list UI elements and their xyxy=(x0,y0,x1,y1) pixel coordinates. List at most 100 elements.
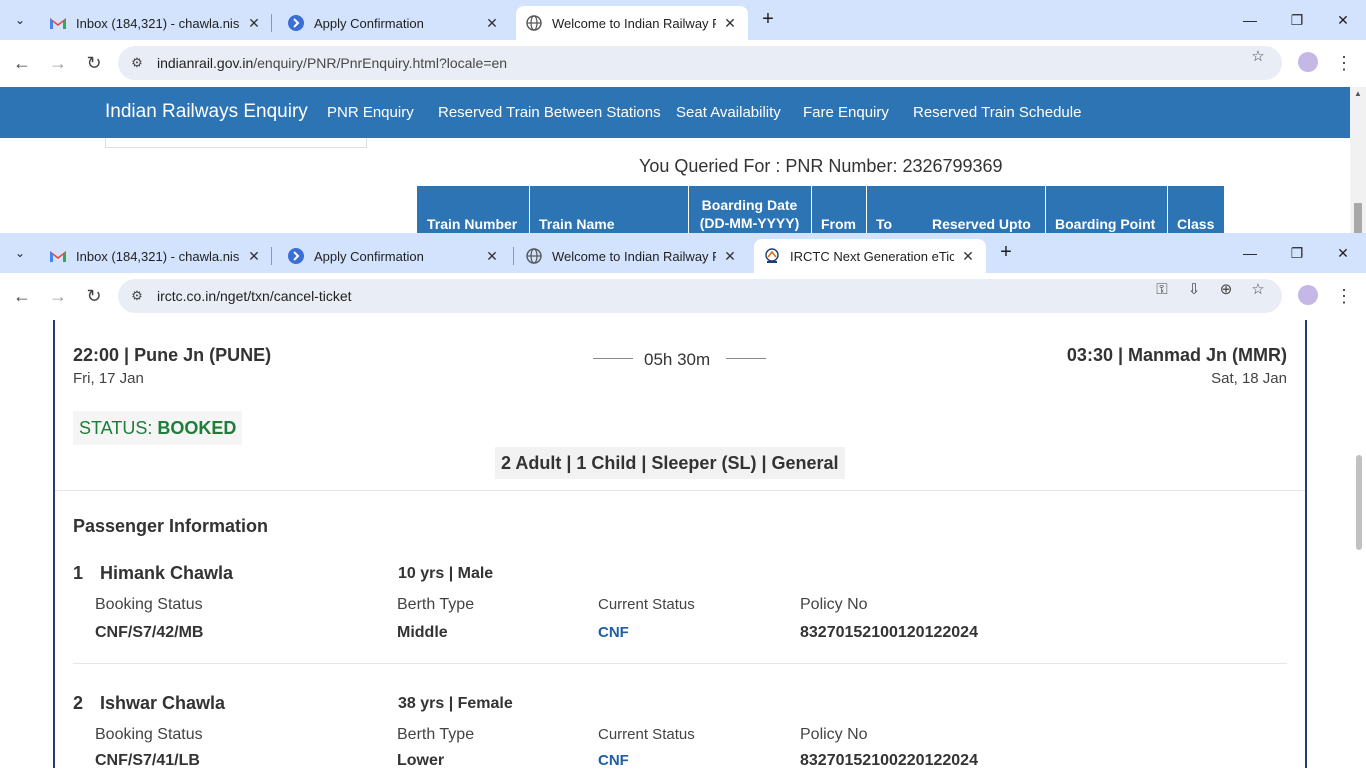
railway-brand[interactable]: Indian Railways Enquiry xyxy=(105,101,308,123)
col-train-name: Train Name xyxy=(529,186,689,233)
tab-divider xyxy=(513,247,514,265)
scroll-up-icon[interactable]: ▲ xyxy=(1354,89,1362,98)
policy-no-value: 83270152100220122024 xyxy=(800,752,978,769)
gmail-icon xyxy=(50,248,66,264)
booking-status-value: CNF/S7/41/LB xyxy=(95,752,200,769)
tab-apply-confirmation[interactable]: Apply Confirmation ✕ xyxy=(278,6,510,40)
berth-type-value: Middle xyxy=(397,624,448,641)
duration-line-right xyxy=(726,358,766,359)
forward-arrow-icon[interactable]: → xyxy=(46,51,70,75)
col-boarding-date: Boarding Date (DD-MM-YYYY) xyxy=(688,186,812,233)
tab-search-chevron-icon[interactable]: ⌄ xyxy=(8,241,32,265)
back-arrow-icon[interactable]: ← xyxy=(10,51,34,75)
nav-reserved-train-between[interactable]: Reserved Train Between Stations xyxy=(438,104,661,121)
bookmark-star-icon[interactable]: ☆ xyxy=(1248,281,1268,299)
booking-status-value: CNF/S7/42/MB xyxy=(95,624,204,641)
railway-nav-bar: Indian Railways Enquiry PNR Enquiry Rese… xyxy=(0,87,1350,138)
departure-date: Fri, 17 Jan xyxy=(73,370,144,387)
browser-window-front: ⌄ Inbox (184,321) - chawla.nishan ✕ Appl… xyxy=(0,233,1366,768)
menu-kebab-icon[interactable]: ⋮ xyxy=(1334,51,1354,75)
forward-arrow-icon[interactable]: → xyxy=(46,284,70,308)
site-info-icon[interactable]: ⚙ xyxy=(128,54,146,72)
pnr-table-header: Train Number Train Name Boarding Date (D… xyxy=(417,186,1224,233)
menu-kebab-icon[interactable]: ⋮ xyxy=(1334,284,1354,308)
close-tab-icon[interactable]: ✕ xyxy=(722,15,738,32)
current-status-value: CNF xyxy=(598,752,629,769)
zoom-icon[interactable]: ⊕ xyxy=(1216,281,1236,299)
departure-time-station: 22:00 | Pune Jn (PUNE) xyxy=(73,345,272,365)
tab-title: Apply Confirmation xyxy=(314,15,424,31)
tab-title: Apply Confirmation xyxy=(314,248,424,264)
url-text: irctc.co.in/nget/txn/cancel-ticket xyxy=(157,288,352,304)
col-train-number: Train Number xyxy=(417,186,530,233)
policy-no-label: Policy No xyxy=(800,726,868,743)
tab-search-chevron-icon[interactable]: ⌄ xyxy=(8,8,32,32)
close-tab-icon[interactable]: ✕ xyxy=(246,248,262,265)
current-status-label: Current Status xyxy=(598,596,695,613)
tab-strip: ⌄ Inbox (184,321) - chawla.nishan ✕ Appl… xyxy=(0,233,1366,273)
page-scrollbar[interactable]: ▲ xyxy=(1350,87,1366,233)
new-tab-plus-icon[interactable]: + xyxy=(994,241,1018,265)
nav-fare-enquiry[interactable]: Fare Enquiry xyxy=(803,104,889,121)
divider xyxy=(73,663,1287,664)
col-class: Class xyxy=(1177,216,1215,232)
tab-divider xyxy=(271,247,272,265)
passenger-age-gender: 10 yrs | Male xyxy=(398,565,494,582)
scrollbar-thumb[interactable] xyxy=(1354,203,1362,233)
password-key-icon[interactable]: ⚿ xyxy=(1152,281,1172,299)
close-tab-icon[interactable]: ✕ xyxy=(246,15,262,32)
tab-strip: ⌄ Inbox (184,321) - chawla.nishan ✕ Appl… xyxy=(0,0,1366,40)
booking-status-label: Booking Status xyxy=(95,726,203,743)
booking-status-label: Booking Status xyxy=(95,596,203,613)
col-reserved-upto: Reserved Upto xyxy=(922,186,1046,233)
reload-icon[interactable]: ↻ xyxy=(82,51,106,75)
close-tab-icon[interactable]: ✕ xyxy=(960,248,976,265)
nav-seat-availability[interactable]: Seat Availability xyxy=(676,104,781,121)
berth-type-value: Lower xyxy=(397,752,445,769)
booking-status-badge: STATUS: BOOKED xyxy=(73,411,243,445)
close-tab-icon[interactable]: ✕ xyxy=(722,248,738,265)
arrival-time-station: 03:30 | Manmad Jn (MMR) xyxy=(1066,345,1287,365)
berth-type-label: Berth Type xyxy=(397,726,475,743)
tab-title: Inbox (184,321) - chawla.nishan xyxy=(76,248,240,264)
back-arrow-icon[interactable]: ← xyxy=(10,284,34,308)
restore-icon[interactable]: ❐ xyxy=(1285,241,1309,265)
close-tab-icon[interactable]: ✕ xyxy=(484,248,500,265)
tab-apply-confirmation[interactable]: Apply Confirmation ✕ xyxy=(278,239,510,273)
journey-duration: 05h 30m xyxy=(644,350,711,369)
browser-toolbar: ← → ↻ ⚙ irctc.co.in/nget/txn/cancel-tick… xyxy=(0,273,1366,319)
restore-icon[interactable]: ❐ xyxy=(1285,8,1309,32)
tab-indian-railway[interactable]: Welcome to Indian Railway Pass ✕ xyxy=(516,239,748,273)
tab-divider xyxy=(271,14,272,32)
url-text: indianrail.gov.in/enquiry/PNR/PnrEnquiry… xyxy=(157,55,508,71)
minimize-icon[interactable]: — xyxy=(1238,8,1262,32)
app-icon xyxy=(288,15,304,31)
col-from: From xyxy=(811,186,867,233)
new-tab-plus-icon[interactable]: + xyxy=(756,8,780,32)
address-bar[interactable]: ⚙ irctc.co.in/nget/txn/cancel-ticket xyxy=(118,279,1282,313)
reload-icon[interactable]: ↻ xyxy=(82,284,106,308)
tab-title: Inbox (184,321) - chawla.nishan xyxy=(76,15,240,31)
address-bar[interactable]: ⚙ indianrail.gov.in/enquiry/PNR/PnrEnqui… xyxy=(118,46,1282,80)
tab-indian-railway[interactable]: Welcome to Indian Railway Pass ✕ xyxy=(516,6,748,40)
nav-reserved-train-schedule[interactable]: Reserved Train Schedule xyxy=(913,104,1081,121)
close-tab-icon[interactable]: ✕ xyxy=(484,15,500,32)
bookmark-star-icon[interactable]: ☆ xyxy=(1248,48,1268,66)
close-window-icon[interactable]: ✕ xyxy=(1331,8,1355,32)
tab-irctc[interactable]: IRCTC Next Generation eTicketing ✕ xyxy=(754,239,986,273)
tab-gmail[interactable]: Inbox (184,321) - chawla.nishan ✕ xyxy=(40,6,272,40)
globe-icon xyxy=(526,15,542,31)
site-info-icon[interactable]: ⚙ xyxy=(128,287,146,305)
app-icon xyxy=(288,248,304,264)
divider xyxy=(55,490,1305,491)
profile-avatar[interactable] xyxy=(1298,52,1318,72)
install-app-icon[interactable]: ⇩ xyxy=(1184,281,1204,299)
close-window-icon[interactable]: ✕ xyxy=(1331,241,1355,265)
minimize-icon[interactable]: — xyxy=(1238,241,1262,265)
browser-window-back: ⌄ Inbox (184,321) - chawla.nishan ✕ Appl… xyxy=(0,0,1366,233)
nav-pnr-enquiry[interactable]: PNR Enquiry xyxy=(327,104,414,121)
profile-avatar[interactable] xyxy=(1298,285,1318,305)
tab-gmail[interactable]: Inbox (184,321) - chawla.nishan ✕ xyxy=(40,239,272,273)
page-scrollbar-thumb[interactable] xyxy=(1356,455,1362,550)
globe-icon xyxy=(526,248,542,264)
